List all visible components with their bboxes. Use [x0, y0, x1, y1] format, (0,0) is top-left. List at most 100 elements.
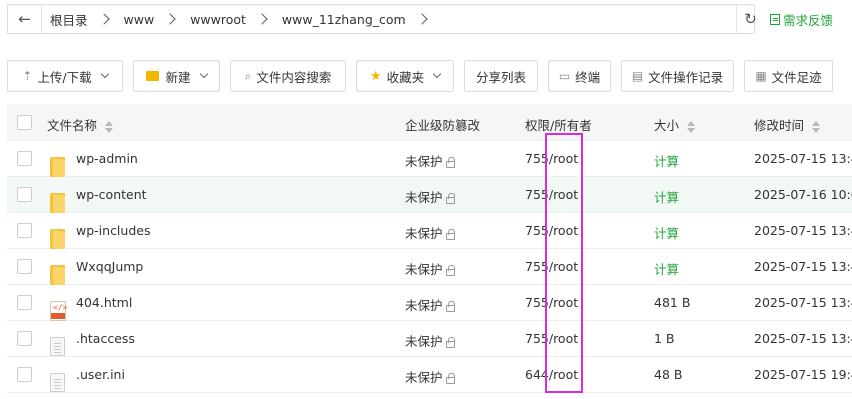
content-search-button[interactable]: ⌕ 文件内容搜索	[230, 60, 346, 92]
file-size: 481 B	[654, 295, 691, 310]
table-row[interactable]: WxqqJump 未保护 755/root 计算 2025-07-15 13:44	[7, 249, 852, 286]
file-name[interactable]: wp-includes	[76, 223, 150, 238]
modified-time: 2025-07-15 13:44	[754, 151, 852, 166]
protect-status-label: 未保护	[405, 262, 443, 277]
table-row[interactable]: .user.ini 未保护 644/root 48 B 2025-07-15 19:42	[7, 357, 852, 393]
protect-status[interactable]: 未保护	[405, 259, 455, 278]
footprint-label: 文件足迹	[771, 69, 822, 85]
permission-owner[interactable]: 644/root	[525, 367, 578, 382]
modified-time: 2025-07-15 13:44	[754, 259, 852, 274]
share-list-button[interactable]: 分享列表	[464, 60, 538, 92]
chevron-down-icon	[432, 69, 442, 79]
breadcrumb-item-www[interactable]: www	[124, 12, 155, 27]
header-name-label: 文件名称	[47, 118, 98, 133]
file-icon	[50, 373, 65, 392]
lock-icon	[445, 157, 455, 168]
file-size[interactable]: 计算	[654, 259, 679, 278]
owner-value: /root	[548, 295, 579, 310]
file-size[interactable]: 计算	[654, 223, 679, 242]
owner-value: /root	[548, 187, 579, 202]
file-name[interactable]: .user.ini	[76, 367, 125, 382]
operation-log-button[interactable]: ▤ 文件操作记录	[621, 60, 734, 92]
toolbar: ⇡ 上传/下载 新建 ⌕ 文件内容搜索 ★ 收藏夹 分享列表 ▭ 终端 ▤ 文件…	[7, 60, 843, 92]
row-checkbox[interactable]	[17, 295, 32, 310]
permission-owner[interactable]: 755/root	[525, 187, 578, 202]
protect-status-label: 未保护	[405, 298, 443, 313]
protect-status[interactable]: 未保护	[405, 367, 455, 386]
protect-status-label: 未保护	[405, 370, 443, 385]
permission-value: 755	[525, 223, 549, 238]
lock-icon	[445, 193, 455, 204]
protect-status[interactable]: 未保护	[405, 331, 455, 350]
permission-value: 755	[525, 259, 549, 274]
favorites-button[interactable]: ★ 收藏夹	[356, 60, 454, 92]
file-name[interactable]: 404.html	[76, 295, 132, 310]
chevron-right-icon[interactable]	[416, 13, 428, 25]
permission-owner[interactable]: 755/root	[525, 223, 578, 238]
permission-owner[interactable]: 755/root	[525, 331, 578, 346]
permission-value: 755	[525, 187, 549, 202]
breadcrumb-item-site[interactable]: www_11zhang_com	[282, 12, 406, 27]
table-row[interactable]: wp-admin 未保护 755/root 计算 2025-07-15 13:44	[7, 141, 852, 178]
header-permission: 权限/所有者	[525, 118, 592, 133]
file-table: 文件名称 企业级防篡改 权限/所有者 大小 修改时间 wp-admin 未保护 75…	[7, 104, 852, 393]
lock-icon	[445, 301, 455, 312]
header-name[interactable]: 文件名称	[47, 115, 114, 134]
new-button[interactable]: 新建	[133, 60, 220, 92]
permission-owner[interactable]: 755/root	[525, 295, 578, 310]
breadcrumb: 根目录 www wwwroot www_11zhang_com	[42, 10, 754, 29]
chevron-down-icon	[199, 69, 208, 79]
owner-value: /root	[548, 223, 579, 238]
back-button[interactable]: ←	[8, 5, 42, 33]
owner-value: /root	[548, 367, 579, 382]
upload-download-label: 上传/下载	[37, 69, 92, 85]
lock-icon	[445, 229, 455, 240]
folder-icon	[50, 264, 67, 286]
header-size[interactable]: 大小	[654, 115, 696, 134]
row-checkbox[interactable]	[17, 367, 32, 382]
feedback-link[interactable]: 需求反馈	[770, 10, 833, 29]
breadcrumb-item-root[interactable]: 根目录	[50, 10, 88, 29]
owner-value: /root	[548, 259, 579, 274]
row-checkbox[interactable]	[17, 151, 32, 166]
upload-icon: ⇡	[22, 69, 33, 83]
file-size[interactable]: 计算	[654, 187, 679, 206]
file-name[interactable]: .htaccess	[76, 331, 135, 346]
terminal-button[interactable]: ▭ 终端	[548, 60, 611, 92]
protect-status[interactable]: 未保护	[405, 187, 455, 206]
table-row[interactable]: wp-content 未保护 755/root 计算 2025-07-16 10:05	[7, 177, 852, 214]
file-size: 1 B	[654, 331, 675, 346]
row-checkbox[interactable]	[17, 331, 32, 346]
html-file-icon: </>	[50, 300, 67, 321]
header-mtime[interactable]: 修改时间	[754, 115, 821, 134]
row-checkbox[interactable]	[17, 223, 32, 238]
protect-status[interactable]: 未保护	[405, 151, 455, 170]
folder-plus-icon	[146, 71, 160, 81]
row-checkbox[interactable]	[17, 187, 32, 202]
file-size[interactable]: 计算	[654, 151, 679, 170]
owner-value: /root	[548, 151, 579, 166]
table-header: 文件名称 企业级防篡改 权限/所有者 大小 修改时间	[7, 104, 852, 141]
file-name[interactable]: wp-content	[76, 187, 147, 202]
header-size-label: 大小	[654, 118, 680, 133]
protect-status[interactable]: 未保护	[405, 223, 455, 242]
table-row[interactable]: .htaccess 未保护 755/root 1 B 2025-07-15 13:44	[7, 321, 852, 357]
file-size: 48 B	[654, 367, 683, 382]
sort-icon	[687, 120, 696, 133]
breadcrumb-item-wwwroot[interactable]: wwwroot	[190, 12, 246, 27]
permission-owner[interactable]: 755/root	[525, 259, 578, 274]
folder-icon	[50, 156, 67, 178]
footprint-button[interactable]: ▦ 文件足迹	[744, 60, 833, 92]
modified-time: 2025-07-15 13:44	[754, 295, 852, 310]
table-row[interactable]: wp-includes 未保护 755/root 计算 2025-07-15 13:44	[7, 213, 852, 250]
select-all-checkbox[interactable]	[17, 115, 32, 130]
refresh-button[interactable]: ↻	[736, 5, 764, 33]
protect-status[interactable]: 未保护	[405, 295, 455, 314]
file-name[interactable]: WxqqJump	[76, 259, 143, 274]
upload-download-button[interactable]: ⇡ 上传/下载	[7, 60, 123, 92]
row-checkbox[interactable]	[17, 259, 32, 274]
star-icon: ★	[369, 68, 382, 84]
permission-owner[interactable]: 755/root	[525, 151, 578, 166]
file-name[interactable]: wp-admin	[76, 151, 138, 166]
table-row[interactable]: </> 404.html 未保护 755/root 481 B 2025-07-15 13…	[7, 285, 852, 321]
